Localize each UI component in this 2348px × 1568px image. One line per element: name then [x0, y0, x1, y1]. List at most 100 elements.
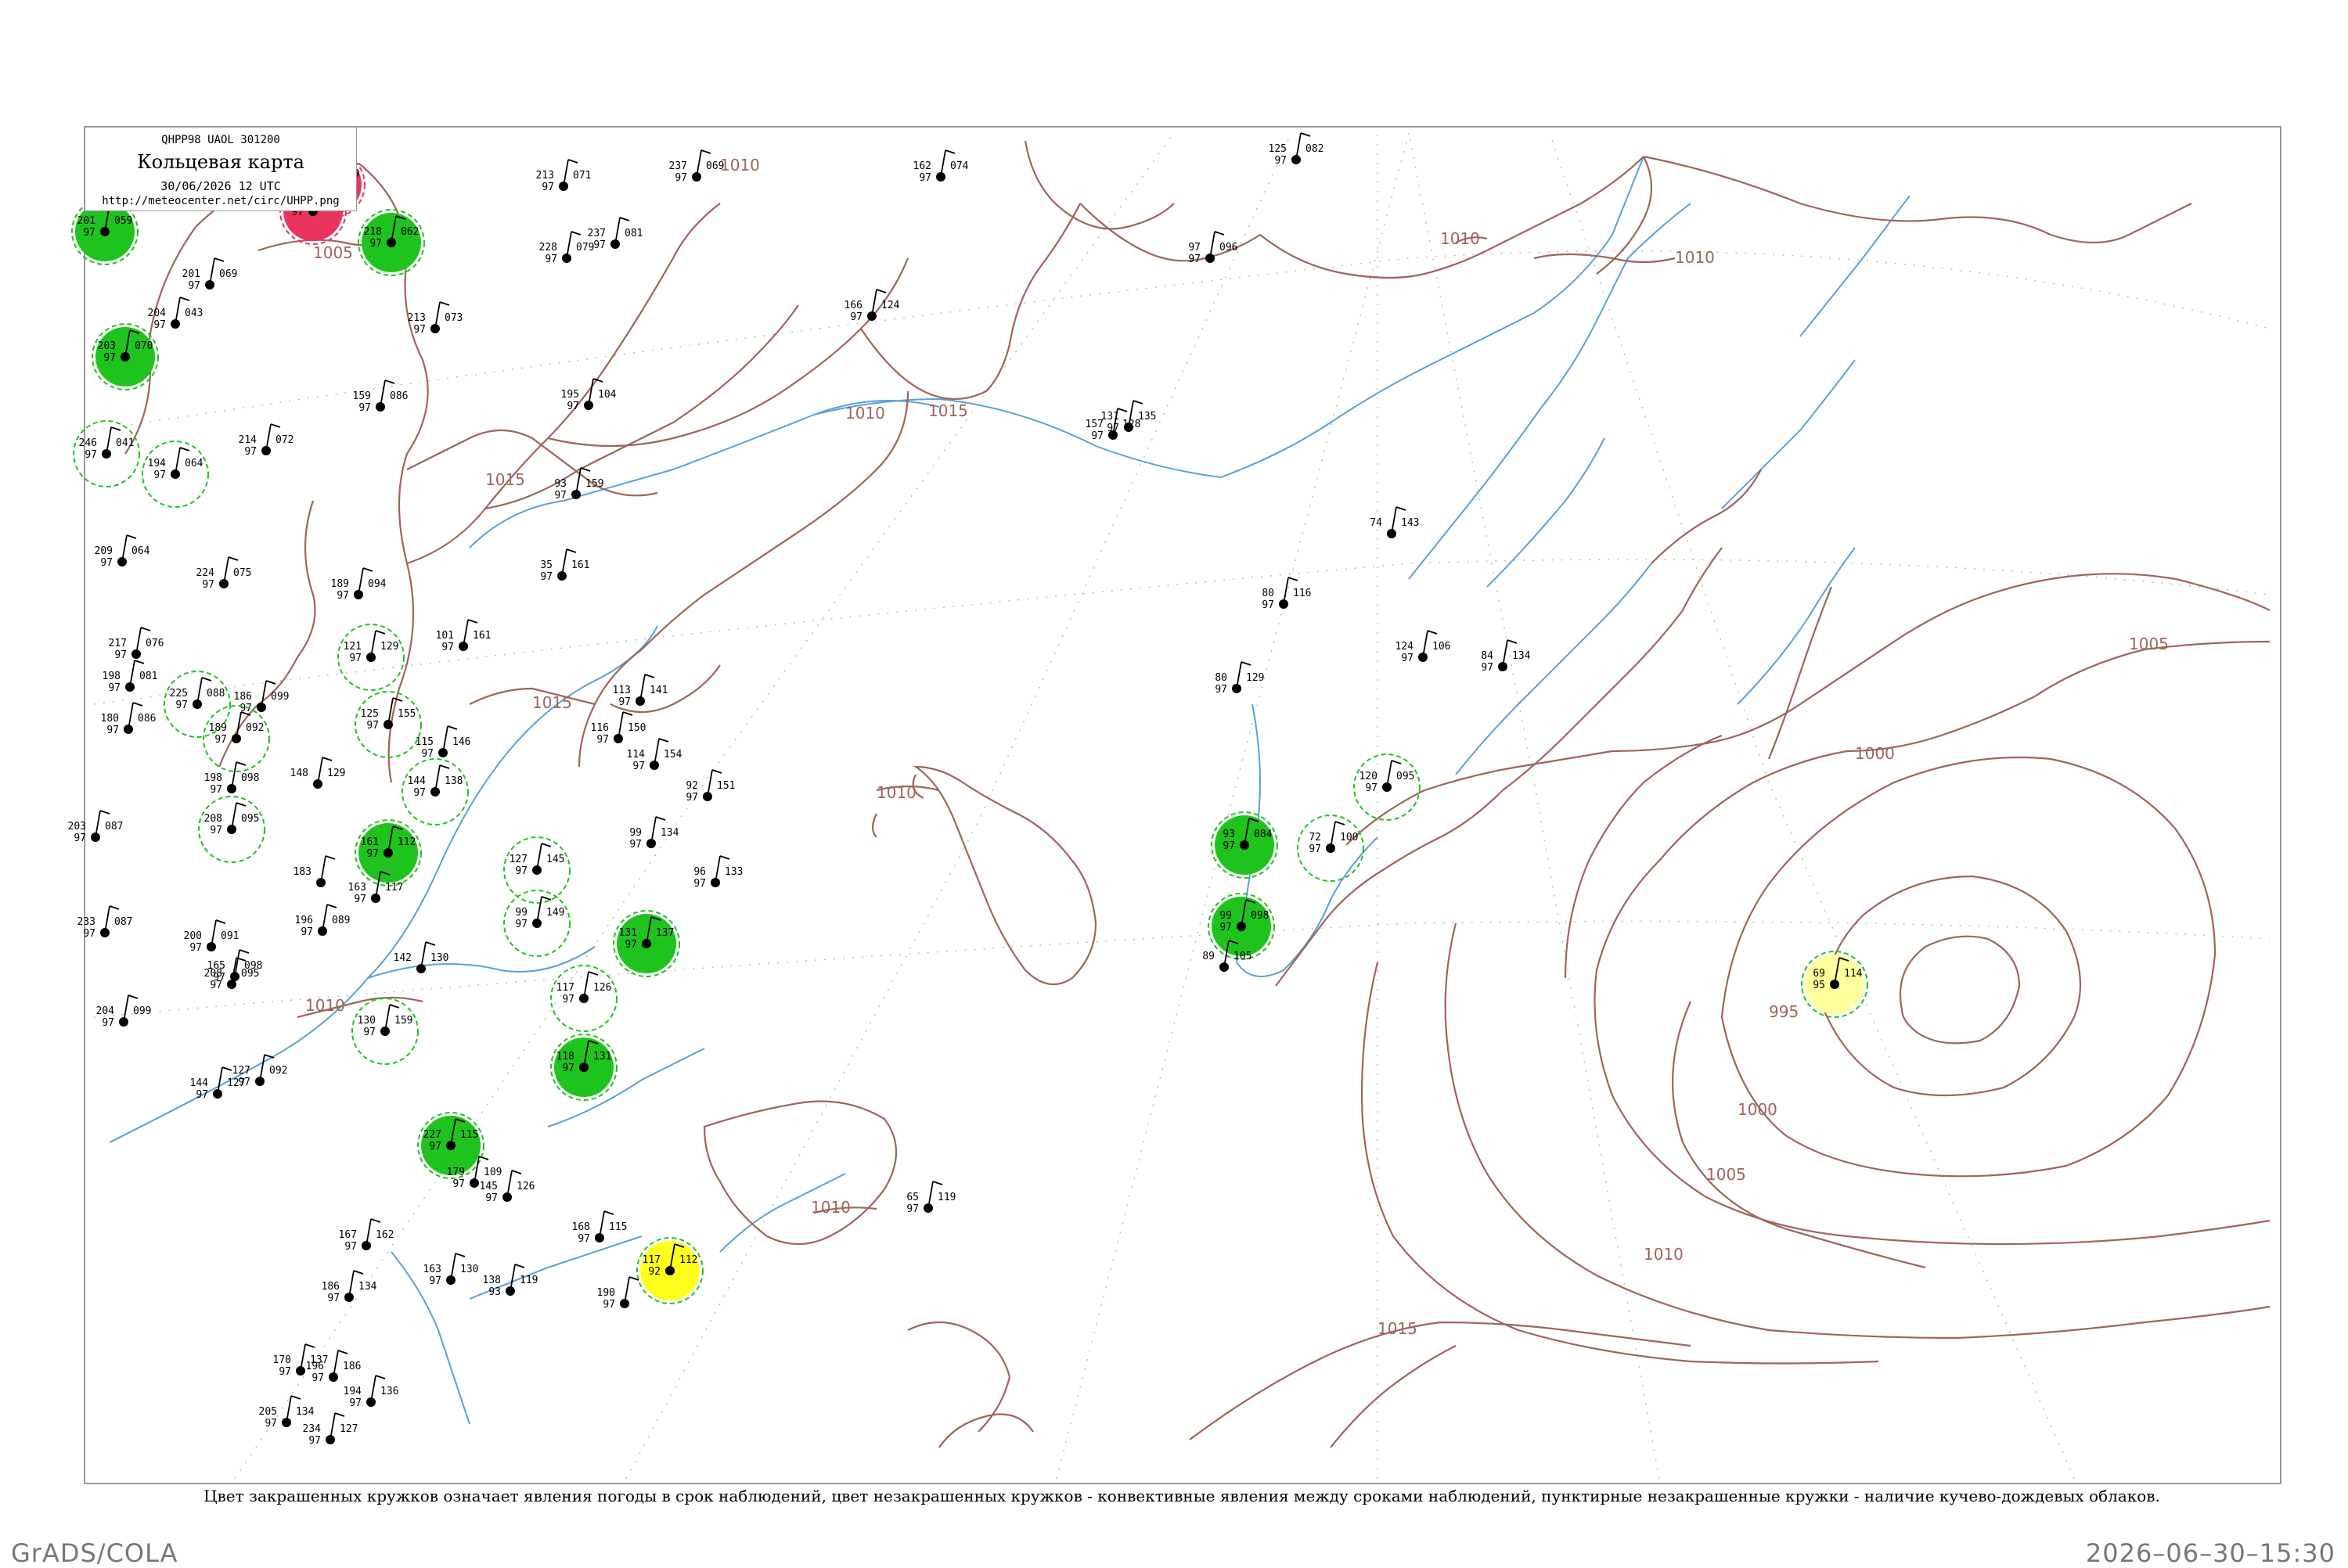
station-dewpoint: 97 — [1188, 254, 1201, 265]
station: 23397 087 — [77, 905, 132, 940]
station: 12197 129 — [337, 624, 405, 691]
station-dewpoint: 97 — [114, 649, 127, 661]
station-temperature: 208 — [204, 813, 222, 825]
station-pressure: 062 — [401, 226, 419, 238]
station: 6597 119 — [906, 1181, 956, 1215]
station-pressure: 091 — [221, 930, 239, 942]
station-dewpoint: 97 — [279, 1366, 291, 1378]
station-dewpoint: 97 — [308, 1435, 321, 1447]
station-dewpoint: 97 — [358, 402, 371, 414]
station: 6995 114 — [1801, 951, 1868, 1018]
station: 18097 086 — [101, 702, 156, 736]
station-pressure: 116 — [1293, 588, 1311, 599]
station-pressure: 064 — [185, 458, 203, 469]
station: 16897 115 — [572, 1210, 627, 1245]
station-dewpoint: 97 — [1262, 599, 1274, 611]
station-temperature: 163 — [423, 1264, 441, 1275]
station-pressure: 161 — [473, 630, 491, 642]
station-dewpoint: 97 — [1215, 684, 1227, 696]
footer-timestamp: 2026–06–30–15:30 — [2085, 1538, 2335, 1568]
station-temperature: 196 — [306, 1361, 324, 1372]
station-temperature: 198 — [103, 671, 121, 682]
station-dewpoint: 97 — [1107, 423, 1119, 434]
station-temperature: 115 — [416, 736, 434, 748]
station-temperature: 198 — [204, 772, 222, 784]
station-temperature: 92 — [686, 780, 698, 792]
station-pressure: 161 — [571, 559, 589, 571]
station: 21497 072 — [239, 423, 294, 458]
station-pressure: 098 — [1251, 910, 1269, 922]
station-pressure: 134 — [358, 1281, 377, 1293]
station: 3597 161 — [540, 548, 589, 583]
station-pressure: 098 — [244, 960, 262, 972]
station-pressure: 100 — [1340, 832, 1358, 843]
station-temperature: 124 — [1395, 641, 1414, 653]
station-temperature: 120 — [1359, 771, 1377, 782]
isobar-label: 1010 — [1440, 229, 1480, 248]
station-pressure: 112 — [398, 836, 416, 848]
station-temperature: 97 — [1188, 242, 1201, 254]
station-dewpoint: 97 — [153, 319, 166, 331]
station-temperature: 142 — [394, 952, 412, 964]
station-temperature: 131 — [619, 927, 637, 939]
station-dewpoint: 97 — [106, 725, 119, 736]
station-dewpoint: 97 — [349, 653, 362, 664]
station-temperature: 166 — [844, 300, 862, 311]
station-dewpoint: 97 — [540, 571, 553, 583]
station-dewpoint: 97 — [567, 401, 579, 412]
station-dewpoint: 97 — [485, 1192, 498, 1204]
station-temperature: 225 — [170, 688, 188, 699]
station-temperature: 179 — [447, 1167, 465, 1178]
station-pressure: 081 — [625, 228, 643, 239]
station-dewpoint: 97 — [238, 1077, 250, 1088]
station-temperature: 148 — [290, 768, 308, 779]
station-pressure: 119 — [520, 1275, 538, 1286]
station-pressure: 136 — [380, 1386, 398, 1397]
station-pressure: 099 — [133, 1005, 151, 1017]
station-pressure: 079 — [576, 242, 594, 254]
station-dewpoint: 97 — [693, 878, 706, 890]
station: 22497 075 — [196, 556, 251, 591]
station-pressure: 086 — [390, 390, 408, 402]
station-pressure: 129 — [1246, 672, 1264, 684]
station-pressure: 105 — [1233, 951, 1251, 962]
station-temperature: 196 — [295, 915, 313, 926]
isobar-label: 1010 — [845, 404, 885, 423]
station: 9997 149 — [503, 890, 571, 957]
station-pressure: 072 — [275, 434, 294, 446]
station-temperature: 234 — [303, 1423, 322, 1435]
station-dewpoint: 97 — [214, 734, 227, 746]
station-dewpoint: 97 — [906, 1203, 919, 1215]
station: 12597 082 — [1269, 132, 1323, 167]
station-pressure: 073 — [445, 312, 463, 324]
station-pressure: 081 — [139, 671, 157, 682]
station-pressure: 131 — [593, 1051, 611, 1063]
station-temperature: 84 — [1481, 650, 1493, 662]
station-temperature: 72 — [1309, 832, 1321, 843]
station: 11897 131 — [550, 1034, 618, 1101]
station: 12797 145 — [503, 836, 571, 904]
station: 21797 076 — [109, 627, 164, 661]
station: 20397 070 — [92, 323, 159, 390]
station-pressure: 069 — [706, 160, 724, 172]
station: 20397 087 — [68, 810, 123, 844]
station: 16797 162 — [339, 1218, 394, 1253]
station-dewpoint: 97 — [103, 352, 116, 364]
station: 8097 129 — [1215, 661, 1264, 696]
station-dewpoint: 97 — [675, 172, 687, 184]
station-temperature: 125 — [1269, 143, 1287, 155]
station-pressure: 092 — [246, 722, 264, 734]
station-dewpoint: 97 — [1274, 155, 1287, 167]
station-pressure: 186 — [343, 1361, 361, 1372]
station-pressure: 096 — [1219, 242, 1237, 254]
station-pressure: 115 — [609, 1221, 627, 1233]
station-temperature: 237 — [669, 160, 687, 172]
station-temperature: 194 — [148, 458, 167, 469]
station-temperature: 144 — [408, 775, 427, 787]
station-temperature: 144 — [190, 1077, 209, 1089]
station: 14497 138 — [402, 758, 469, 825]
station-pressure: 150 — [628, 722, 646, 734]
station-pressure: 087 — [114, 916, 132, 928]
station-dewpoint: 97 — [363, 1027, 376, 1038]
station-temperature: 113 — [613, 685, 631, 696]
